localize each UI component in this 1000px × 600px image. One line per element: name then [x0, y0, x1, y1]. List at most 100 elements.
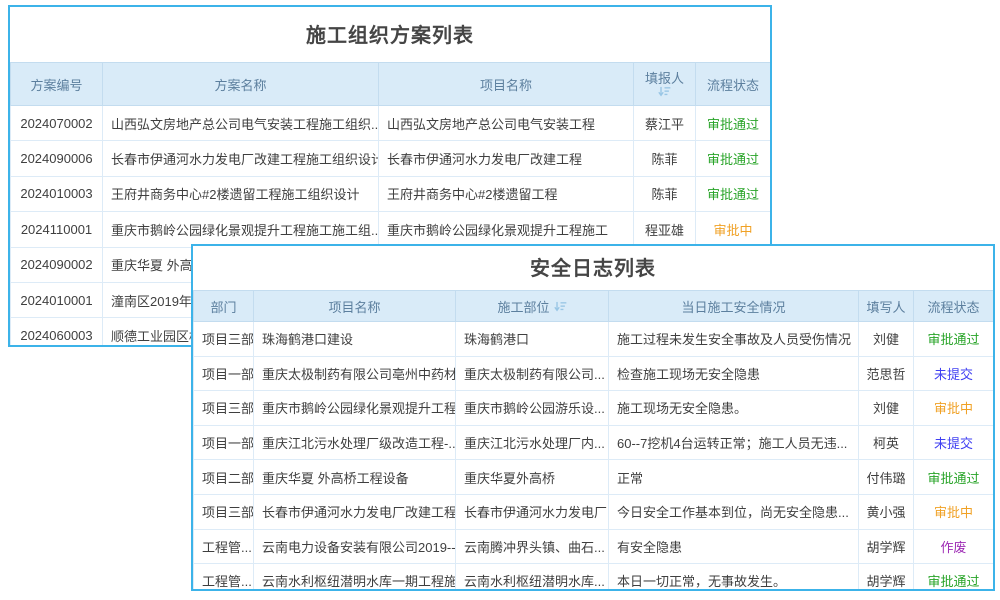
cell-link-writer[interactable]: 刘健: [859, 322, 914, 357]
table-row: 项目三部重庆市鹅岭公园绿化景观提升工程...重庆市鹅岭公园游乐设...施工现场无…: [194, 391, 994, 426]
cell-link-writer[interactable]: 胡学辉: [859, 529, 914, 564]
cell-link-project-name[interactable]: 王府井商务中心#2楼遗留工程: [379, 176, 634, 211]
cell-text-daily-safety: 今日安全工作基本到位，尚无安全隐患...: [609, 494, 859, 529]
cell-text-daily-safety: 60--7挖机4台运转正常；施工人员无违...: [609, 425, 859, 460]
cell-status: 未提交: [914, 425, 994, 460]
cell-link-writer[interactable]: 胡学辉: [859, 564, 914, 591]
cell-text-work-location: 云南腾冲界头镇、曲石...: [456, 529, 609, 564]
column-header-label: 项目名称: [328, 297, 380, 316]
cell-link-writer[interactable]: 柯英: [859, 425, 914, 460]
sort-amount-icon[interactable]: [554, 301, 567, 312]
cell-text-work-location: 重庆江北污水处理厂内...: [456, 425, 609, 460]
column-header-daily-safety: 当日施工安全情况: [609, 291, 859, 322]
cell-link-plan-no[interactable]: 2024060003: [11, 318, 103, 347]
cell-text-daily-safety: 检查施工现场无安全隐患: [609, 356, 859, 391]
cell-text-daily-safety: 正常: [609, 460, 859, 495]
cell-link-reporter[interactable]: 程亚雄: [634, 212, 696, 247]
cell-text-work-location: 重庆市鹅岭公园游乐设...: [456, 391, 609, 426]
cell-text-daily-safety: 施工现场无安全隐患。: [609, 391, 859, 426]
cell-link-project-name[interactable]: 长春市伊通河水力发电厂改建工程: [254, 494, 456, 529]
cell-text-department: 项目一部: [194, 356, 254, 391]
column-header-project-name: 项目名称: [254, 291, 456, 322]
column-header-label: 项目名称: [480, 75, 532, 94]
cell-link-writer[interactable]: 黄小强: [859, 494, 914, 529]
column-header-label: 方案编号: [30, 75, 82, 94]
cell-link-writer[interactable]: 刘健: [859, 391, 914, 426]
column-header-reporter[interactable]: 填报人: [634, 63, 696, 106]
cell-link-writer[interactable]: 范思哲: [859, 356, 914, 391]
cell-link-project-name[interactable]: 山西弘文房地产总公司电气安装工程: [379, 106, 634, 141]
cell-status: 审批通过: [696, 141, 771, 176]
table-row: 项目二部重庆华夏 外高桥工程设备重庆华夏外高桥正常付伟璐审批通过: [194, 460, 994, 495]
column-header-label: 方案名称: [214, 75, 266, 94]
cell-link-project-name[interactable]: 云南水利枢纽潜明水库一期工程施...: [254, 564, 456, 591]
cell-status: 审批通过: [914, 564, 994, 591]
cell-text-department: 项目三部: [194, 322, 254, 357]
cell-status: 审批通过: [696, 106, 771, 141]
cell-status: 审批中: [914, 391, 994, 426]
cell-status: 审批通过: [914, 460, 994, 495]
cell-text-work-location: 重庆太极制药有限公司...: [456, 356, 609, 391]
cell-link-project-name[interactable]: 重庆市鹅岭公园绿化景观提升工程施工: [379, 212, 634, 247]
cell-link-reporter[interactable]: 蔡江平: [634, 106, 696, 141]
cell-link-project-name[interactable]: 珠海鹤港口建设: [254, 322, 456, 357]
cell-link-reporter[interactable]: 陈菲: [634, 141, 696, 176]
cell-text-department: 项目三部: [194, 391, 254, 426]
cell-text-department: 工程管...: [194, 564, 254, 591]
cell-status: 未提交: [914, 356, 994, 391]
cell-link-project-name[interactable]: 重庆华夏 外高桥工程设备: [254, 460, 456, 495]
column-header-label: 流程状态: [707, 75, 759, 94]
cell-text-work-location: 长春市伊通河水力发电厂: [456, 494, 609, 529]
cell-link-project-name[interactable]: 云南电力设备安装有限公司2019--...: [254, 529, 456, 564]
table-row: 2024110001重庆市鹅岭公园绿化景观提升工程施工施工组...重庆市鹅岭公园…: [11, 212, 771, 247]
cell-text-work-location: 珠海鹤港口: [456, 322, 609, 357]
table-header-row: 方案编号 方案名称 项目名称 填报人流程状态: [11, 63, 771, 106]
cell-link-plan-name[interactable]: 重庆市鹅岭公园绿化景观提升工程施工施工组...: [103, 212, 379, 247]
cell-text-department: 工程管...: [194, 529, 254, 564]
cell-link-plan-no[interactable]: 2024090006: [11, 141, 103, 176]
cell-text-department: 项目二部: [194, 460, 254, 495]
cell-link-reporter[interactable]: 陈菲: [634, 176, 696, 211]
cell-text-department: 项目三部: [194, 494, 254, 529]
cell-text-work-location: 云南水利枢纽潜明水库...: [456, 564, 609, 591]
cell-link-plan-no[interactable]: 2024090002: [11, 247, 103, 282]
table-row: 2024010003王府井商务中心#2楼遗留工程施工组织设计王府井商务中心#2楼…: [11, 176, 771, 211]
column-header-label: 流程状态: [927, 297, 979, 316]
column-header-plan-name: 方案名称: [103, 63, 379, 106]
cell-text-work-location: 重庆华夏外高桥: [456, 460, 609, 495]
cell-link-plan-no[interactable]: 2024110001: [11, 212, 103, 247]
construction-plan-list-title: 施工组织方案列表: [10, 7, 770, 62]
column-header-department: 部门: [194, 291, 254, 322]
table-row: 2024070002山西弘文房地产总公司电气安装工程施工组织...山西弘文房地产…: [11, 106, 771, 141]
cell-link-plan-name[interactable]: 王府井商务中心#2楼遗留工程施工组织设计: [103, 176, 379, 211]
cell-link-project-name[interactable]: 重庆市鹅岭公园绿化景观提升工程...: [254, 391, 456, 426]
cell-link-project-name[interactable]: 重庆江北污水处理厂级改造工程-...: [254, 425, 456, 460]
cell-link-plan-name[interactable]: 长春市伊通河水力发电厂改建工程施工组织设计: [103, 141, 379, 176]
column-header-label: 施工部位: [497, 297, 549, 316]
column-header-flow-status: 流程状态: [914, 291, 994, 322]
cell-link-writer[interactable]: 付伟璐: [859, 460, 914, 495]
table-row: 项目一部重庆太极制药有限公司亳州中药材...重庆太极制药有限公司...检查施工现…: [194, 356, 994, 391]
cell-status: 审批中: [914, 494, 994, 529]
column-header-flow-status: 流程状态: [696, 63, 771, 106]
column-header-writer: 填写人: [859, 291, 914, 322]
cell-text-daily-safety: 本日一切正常，无事故发生。: [609, 564, 859, 591]
cell-link-plan-no[interactable]: 2024010003: [11, 176, 103, 211]
safety-log-list-panel: 安全日志列表 部门项目名称施工部位当日施工安全情况填写人流程状态 项目三部珠海鹤…: [191, 244, 995, 591]
column-header-plan-no: 方案编号: [11, 63, 103, 106]
column-header-project-name: 项目名称: [379, 63, 634, 106]
cell-link-project-name[interactable]: 重庆太极制药有限公司亳州中药材...: [254, 356, 456, 391]
sort-amount-icon[interactable]: [658, 86, 671, 97]
safety-log-list-title: 安全日志列表: [193, 246, 993, 290]
cell-link-plan-name[interactable]: 山西弘文房地产总公司电气安装工程施工组织...: [103, 106, 379, 141]
column-header-label: 部门: [210, 297, 236, 316]
table-row: 项目三部珠海鹤港口建设珠海鹤港口施工过程未发生安全事故及人员受伤情况刘健审批通过: [194, 322, 994, 357]
cell-text-daily-safety: 有安全隐患: [609, 529, 859, 564]
table-row: 项目一部重庆江北污水处理厂级改造工程-...重庆江北污水处理厂内...60--7…: [194, 425, 994, 460]
cell-link-project-name[interactable]: 长春市伊通河水力发电厂改建工程: [379, 141, 634, 176]
cell-link-plan-no[interactable]: 2024070002: [11, 106, 103, 141]
column-header-work-location[interactable]: 施工部位: [456, 291, 609, 322]
cell-link-plan-no[interactable]: 2024010001: [11, 282, 103, 317]
table-row: 工程管...云南电力设备安装有限公司2019--...云南腾冲界头镇、曲石...…: [194, 529, 994, 564]
cell-text-daily-safety: 施工过程未发生安全事故及人员受伤情况: [609, 322, 859, 357]
